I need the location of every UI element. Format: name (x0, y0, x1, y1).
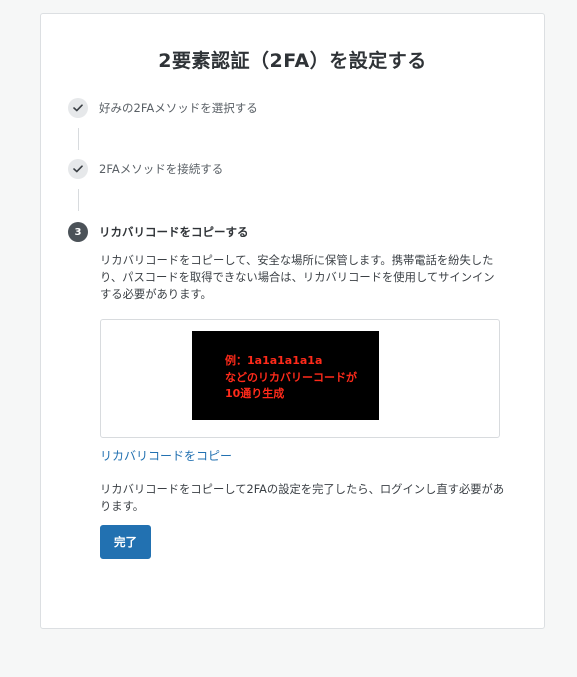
step-2: 2FAメソッドを接続する (68, 159, 223, 179)
step-2-label: 2FAメソッドを接続する (99, 162, 224, 176)
recovery-code-sample: 例：1a1a1a1a1a などのリカバリーコードが 10通り生成 (225, 353, 357, 403)
page-title: 2要素認証（2FA）を設定する (158, 50, 427, 72)
check-icon (68, 98, 88, 118)
recovery-code-box: 例：1a1a1a1a1a などのリカバリーコードが 10通り生成 (100, 319, 500, 438)
relogin-note: リカバリコードをコピーして2FAの設定を完了したら、ログインし直す必要があります… (100, 483, 505, 513)
step-1-label: 好みの2FAメソッドを選択する (99, 101, 258, 115)
step-connector (78, 128, 79, 150)
setup-card: 2要素認証（2FA）を設定する 好みの2FAメソッドを選択する 2FAメソッドを… (40, 13, 545, 629)
step-connector (78, 189, 79, 211)
copy-recovery-codes-link[interactable]: リカバリコードをコピー (100, 447, 232, 464)
step-3-label: リカバリコードをコピーする (99, 225, 249, 239)
code-line-2: などのリカバリーコードが (225, 370, 357, 384)
code-line-1: 例：1a1a1a1a1a (225, 354, 323, 367)
step-number-badge: 3 (68, 222, 88, 242)
done-button[interactable]: 完了 (100, 525, 151, 559)
recovery-code-image: 例：1a1a1a1a1a などのリカバリーコードが 10通り生成 (192, 331, 379, 420)
recovery-description: リカバリコードをコピーして、安全な場所に保管します。携帯電話を紛失したり、パスコ… (100, 254, 495, 301)
step-1: 好みの2FAメソッドを選択する (68, 98, 258, 118)
check-icon (68, 159, 88, 179)
code-line-3: 10通り生成 (225, 387, 285, 400)
step-3: 3 リカバリコードをコピーする (68, 222, 249, 242)
